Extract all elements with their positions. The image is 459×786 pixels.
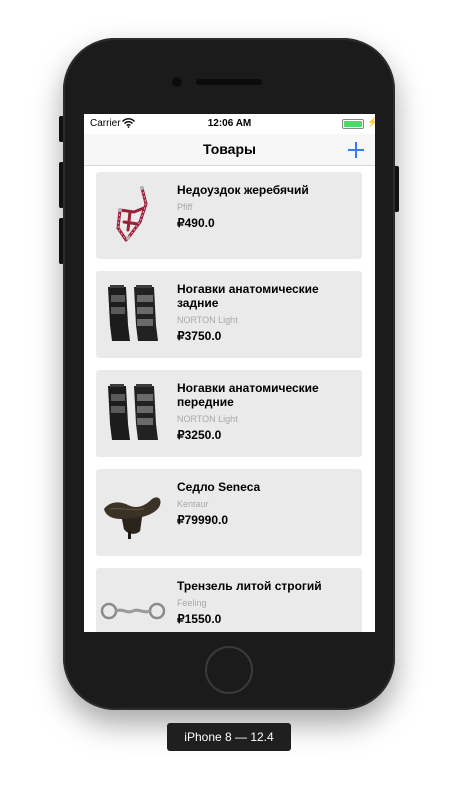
horse-boots-icon [100, 380, 166, 446]
charging-bolt-icon: ⚡ [367, 117, 375, 127]
bit-icon [100, 578, 166, 632]
product-brand: Pfiff [177, 202, 193, 212]
phone-screen: Carrier 12:06 AM ⚡ Товары Недоуздок жере… [84, 114, 375, 632]
product-price: ₽79990.0 [177, 513, 229, 527]
product-card[interactable]: Ногавки анатомические передние NORTON Li… [96, 370, 362, 457]
device-label: iPhone 8 — 12.4 [167, 723, 291, 751]
product-card[interactable]: Седло Seneca Kentaur ₽79990.0 [96, 469, 362, 556]
status-time: 12:06 AM [207, 118, 252, 129]
product-card[interactable]: Трензель литой строгий Feeling ₽1550.0 [96, 568, 362, 632]
product-brand: Feeling [177, 598, 207, 608]
add-product-button[interactable] [342, 136, 370, 164]
page-title: Товары [203, 141, 256, 157]
horse-boots-icon [100, 281, 166, 347]
product-name: Недоуздок жеребячий [177, 183, 309, 197]
saddle-icon [100, 479, 166, 545]
product-price: ₽3250.0 [177, 428, 222, 442]
product-list[interactable]: Недоуздок жеребячий Pfiff ₽490.0 Ногавки… [84, 167, 375, 632]
product-brand: Kentaur [177, 499, 209, 509]
product-card[interactable]: Недоуздок жеребячий Pfiff ₽490.0 [96, 172, 362, 259]
halter-icon [100, 182, 166, 248]
product-price: ₽3750.0 [177, 329, 222, 343]
product-price: ₽1550.0 [177, 612, 222, 626]
navigation-bar: Товары [84, 134, 375, 166]
front-camera [172, 77, 182, 87]
product-brand: NORTON Light [177, 315, 238, 325]
product-name: Ногавки анатомические задние [177, 282, 319, 310]
product-card[interactable]: Ногавки анатомические задние NORTON Ligh… [96, 271, 362, 358]
product-name: Ногавки анатомические передние [177, 381, 319, 409]
product-price: ₽490.0 [177, 216, 215, 230]
home-button[interactable] [205, 646, 253, 694]
product-name: Седло Seneca [177, 480, 261, 494]
battery-icon [342, 119, 364, 129]
earpiece-speaker [196, 79, 262, 85]
status-bar: Carrier 12:06 AM ⚡ [84, 114, 375, 134]
product-brand: NORTON Light [177, 414, 238, 424]
product-name: Трензель литой строгий [177, 579, 322, 593]
